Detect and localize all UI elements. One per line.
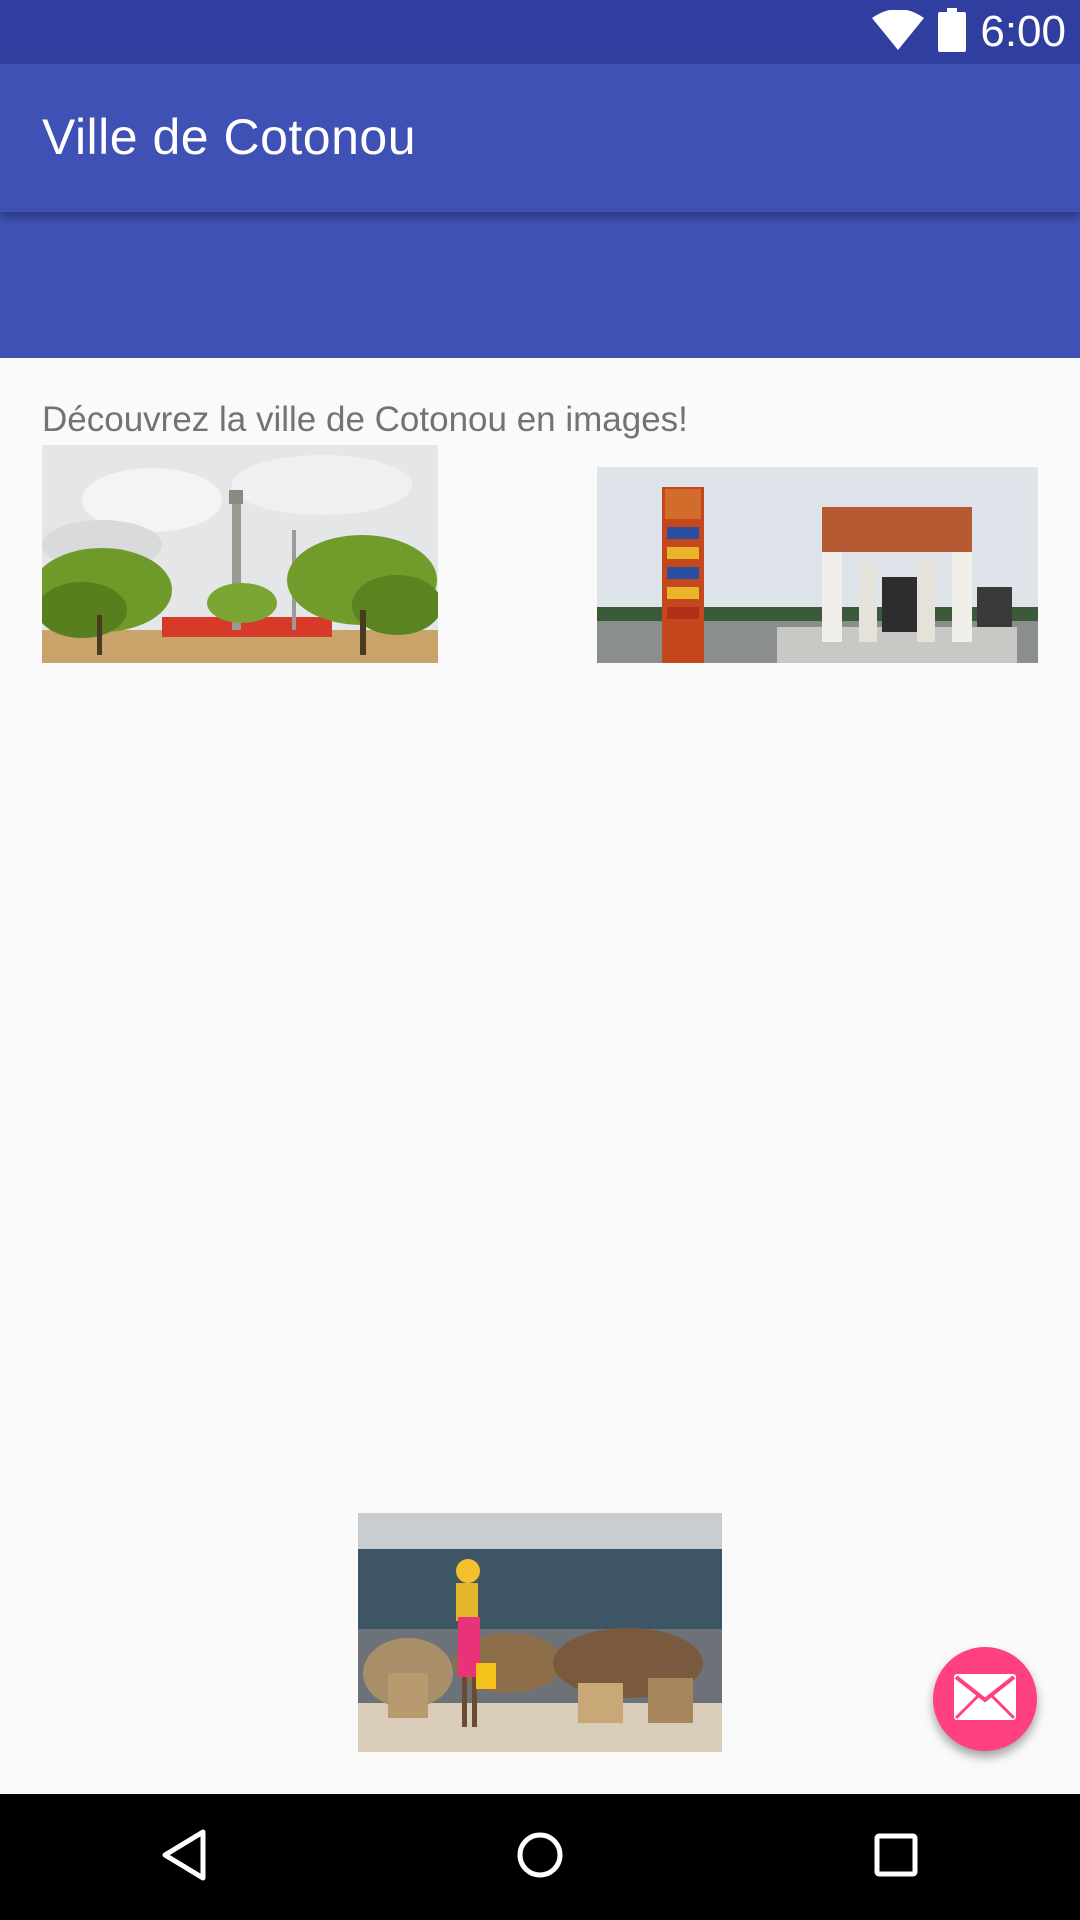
- photo-monument-park[interactable]: [42, 445, 438, 663]
- app-bar: Ville de Cotonou: [0, 64, 1080, 212]
- email-fab-button[interactable]: [933, 1647, 1037, 1751]
- screen: 6:00 Ville de Cotonou Découvrez la ville…: [0, 0, 1080, 1920]
- battery-icon: [938, 7, 967, 57]
- back-button[interactable]: [147, 1820, 221, 1894]
- status-icons: 6:00: [872, 0, 1066, 64]
- app-bar-extension: [0, 212, 1080, 358]
- recents-icon: [873, 1832, 919, 1883]
- home-icon: [515, 1830, 565, 1885]
- mail-icon: [954, 1673, 1016, 1725]
- photo-door-of-no-return[interactable]: [597, 467, 1038, 663]
- app-title: Ville de Cotonou: [42, 109, 417, 165]
- home-button[interactable]: [503, 1820, 577, 1894]
- navigation-bar: [0, 1794, 1080, 1920]
- photo-market-woman[interactable]: [358, 1513, 722, 1752]
- status-bar: 6:00: [0, 0, 1080, 64]
- status-time: 6:00: [980, 7, 1066, 56]
- wifi-icon: [872, 8, 925, 55]
- back-icon: [159, 1828, 209, 1887]
- intro-text: Découvrez la ville de Cotonou en images!: [42, 400, 688, 439]
- recents-button[interactable]: [859, 1820, 933, 1894]
